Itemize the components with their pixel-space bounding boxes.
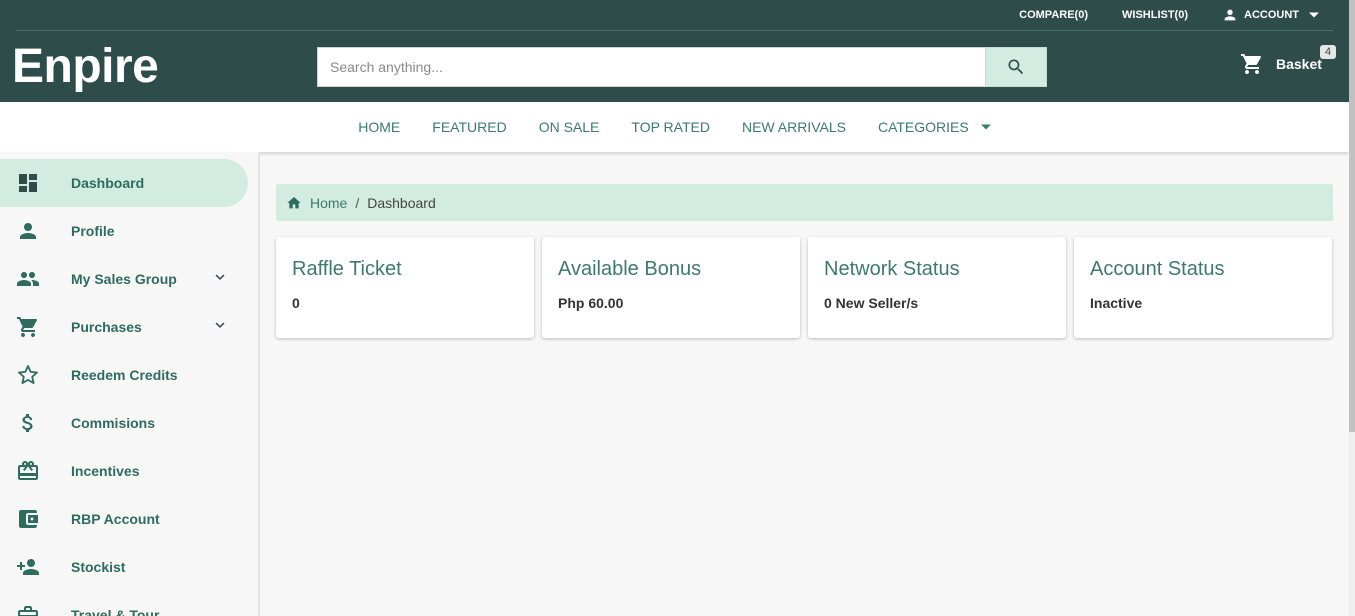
compare-label: COMPARE(0) — [1019, 9, 1088, 21]
cart-icon — [1241, 54, 1261, 74]
dashboard-icon — [19, 174, 37, 192]
basket-button[interactable]: Basket 4 — [1240, 45, 1337, 76]
chevron-down-icon[interactable] — [211, 268, 229, 286]
compare-link[interactable]: COMPARE(0) — [1019, 9, 1088, 21]
main-content: Home / Dashboard Raffle Ticket 0 Availab… — [276, 184, 1333, 338]
nav-on-sale[interactable]: ON SALE — [539, 119, 600, 135]
sidebar-item-dashboard[interactable]: Dashboard — [0, 159, 248, 207]
card-value: 0 New Seller/s — [824, 295, 919, 311]
breadcrumb-current: Dashboard — [367, 194, 436, 211]
nav-top-rated-label: TOP RATED — [631, 119, 710, 135]
sidebar-item-rbp-account[interactable]: RBP Account — [0, 495, 248, 543]
breadcrumb-home[interactable]: Home — [310, 195, 347, 211]
account-status-card: Account Status Inactive — [1074, 237, 1332, 338]
card-title: Network Status — [824, 258, 960, 280]
account-icon — [1224, 9, 1236, 21]
nav-categories[interactable]: CATEGORIES — [878, 119, 991, 135]
nav-on-sale-label: ON SALE — [538, 119, 600, 135]
nav-new-arrivals[interactable]: NEW ARRIVALS — [742, 119, 846, 135]
star-icon — [18, 365, 38, 384]
nav-home[interactable]: HOME — [358, 119, 400, 135]
top-bar: COMPARE(0) WISHLIST(0) ACCOUNT — [16, 0, 1333, 31]
nav-featured[interactable]: FEATURED — [432, 119, 506, 135]
sidebar-item-label: Incentives — [71, 463, 140, 479]
header: COMPARE(0) WISHLIST(0) ACCOUNT Enpire Ba… — [0, 0, 1349, 102]
card-value: Inactive — [1090, 295, 1143, 311]
nav-new-arrivals-label: NEW ARRIVALS — [741, 119, 846, 135]
top-links: COMPARE(0) WISHLIST(0) ACCOUNT — [1019, 7, 1325, 23]
sidebar-item-label: Travel & Tour — [71, 607, 160, 616]
logo[interactable]: Enpire — [12, 40, 159, 94]
search-bar — [317, 47, 1047, 87]
sidebar-item-stockist[interactable]: Stockist — [0, 543, 248, 591]
wishlist-link[interactable]: WISHLIST(0) — [1122, 9, 1188, 21]
luggage-icon — [18, 606, 38, 616]
card-title: Raffle Ticket — [292, 258, 402, 280]
page-scrollbar[interactable] — [1349, 0, 1355, 616]
raffle-ticket-card: Raffle Ticket 0 — [276, 237, 534, 338]
group-icon — [17, 272, 39, 286]
sidebar-item-purchases[interactable]: Purchases — [0, 303, 248, 351]
basket-count-badge: 4 — [1320, 45, 1337, 59]
caret-down-icon — [980, 124, 991, 130]
sidebar-item-commisions[interactable]: Commisions — [0, 399, 248, 447]
sidebar-item-label: Reedem Credits — [71, 367, 178, 383]
sidebar-item-reedem-credits[interactable]: Reedem Credits — [0, 351, 248, 399]
card-value: 0 — [292, 295, 300, 311]
chevron-down-icon[interactable] — [211, 316, 229, 334]
account-label: ACCOUNT — [1244, 9, 1299, 21]
stat-cards: Raffle Ticket 0 Available Bonus Php 60.0… — [276, 237, 1332, 338]
search-button[interactable] — [985, 47, 1047, 87]
nav-home-label: HOME — [358, 119, 401, 135]
search-input[interactable] — [317, 47, 985, 87]
card-title: Available Bonus — [558, 258, 702, 280]
cart-icon — [17, 317, 37, 337]
gift-card-icon — [18, 461, 38, 480]
available-bonus-card: Available Bonus Php 60.00 — [542, 237, 800, 338]
breadcrumb-separator: / — [355, 194, 360, 211]
sidebar-item-label: RBP Account — [71, 511, 160, 527]
main-nav: HOME FEATURED ON SALE TOP RATED NEW ARRI… — [0, 102, 1349, 152]
network-status-card: Network Status 0 New Seller/s — [808, 237, 1066, 338]
basket-label: Basket — [1276, 56, 1322, 72]
home-icon — [287, 196, 301, 208]
person-add-icon — [17, 559, 39, 575]
wallet-icon — [19, 510, 38, 528]
nav-categories-label: CATEGORIES — [877, 119, 969, 135]
sidebar-item-label: My Sales Group — [71, 271, 177, 287]
sidebar-item-label: Dashboard — [71, 175, 145, 191]
sidebar-item-profile[interactable]: Profile — [0, 207, 248, 255]
person-icon — [20, 223, 36, 239]
card-title: Account Status — [1090, 258, 1225, 280]
dollar-icon — [22, 414, 33, 432]
sidebar-item-label: Profile — [71, 223, 115, 239]
search-icon — [1008, 59, 1024, 75]
scrollbar-thumb[interactable] — [1349, 0, 1355, 432]
breadcrumb: Home / Dashboard — [276, 184, 1333, 221]
caret-down-icon — [1309, 12, 1319, 18]
sidebar-item-travel-tour[interactable]: Travel & Tour — [0, 591, 248, 616]
sidebar-item-label: Stockist — [71, 559, 126, 575]
sidebar-item-my-sales-group[interactable]: My Sales Group — [0, 255, 248, 303]
nav-top-rated[interactable]: TOP RATED — [631, 119, 710, 135]
card-value: Php 60.00 — [558, 295, 624, 311]
sidebar: Dashboard Profile My Sales Group Purchas… — [0, 152, 260, 616]
account-menu[interactable]: ACCOUNT — [1222, 7, 1325, 23]
nav-featured-label: FEATURED — [432, 119, 507, 135]
sidebar-item-label: Commisions — [71, 415, 156, 431]
sidebar-item-label: Purchases — [71, 319, 142, 335]
wishlist-label: WISHLIST(0) — [1122, 9, 1188, 21]
sidebar-item-incentives[interactable]: Incentives — [0, 447, 248, 495]
